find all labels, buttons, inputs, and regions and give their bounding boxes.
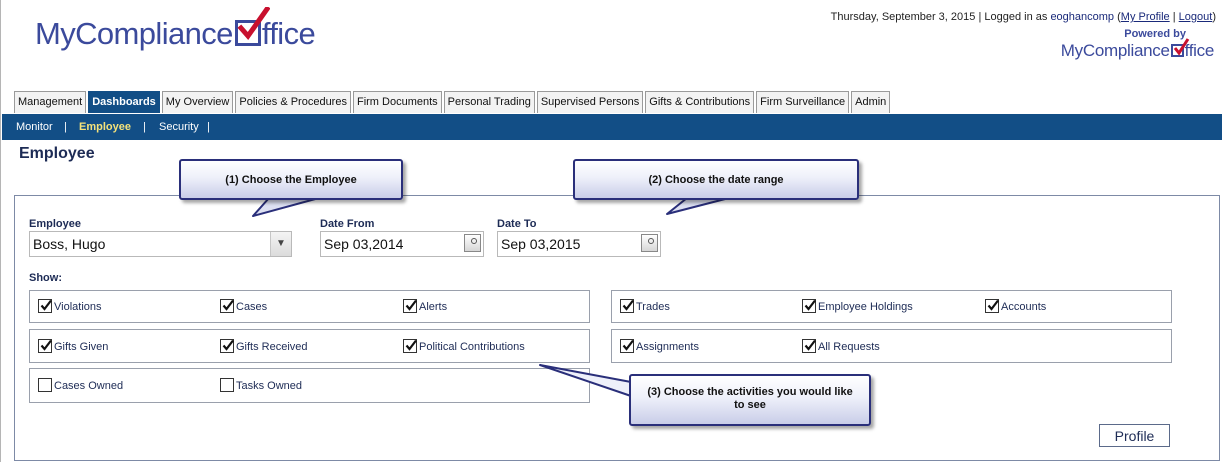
tab-policies-procedures[interactable]: Policies & Procedures bbox=[235, 91, 351, 113]
checkbox-empty-icon bbox=[220, 378, 234, 392]
tab-dashboards[interactable]: Dashboards bbox=[88, 91, 160, 113]
checkmark-icon bbox=[985, 299, 999, 313]
logo-text: MyCompliance bbox=[35, 16, 233, 51]
activity-group-1 bbox=[29, 290, 590, 323]
checkmark-icon bbox=[38, 299, 52, 313]
subnav-separator: | bbox=[143, 121, 146, 133]
calendar-icon[interactable] bbox=[641, 234, 658, 252]
chevron-down-icon[interactable]: ▼ bbox=[270, 232, 291, 256]
employee-select[interactable]: Boss, Hugo ▼ bbox=[29, 231, 292, 257]
powered-by-logo: MyCompliance ffice bbox=[1060, 38, 1214, 60]
tab-firm-documents[interactable]: Firm Documents bbox=[352, 91, 442, 113]
callout-choose-date-range: (2) Choose the date range bbox=[573, 159, 859, 200]
callout-choose-activities: (3) Choose the activities you would like… bbox=[629, 374, 871, 426]
checkbox-tasks-owned[interactable]: Tasks Owned bbox=[220, 378, 302, 392]
calendar-icon[interactable] bbox=[464, 234, 481, 252]
app-logo[interactable]: MyCompliance ffice bbox=[35, 7, 316, 62]
checkbox-gifts-given[interactable]: Gifts Given bbox=[38, 339, 108, 353]
tab-gifts-contributions[interactable]: Gifts & Contributions bbox=[645, 91, 755, 113]
checkmark-icon bbox=[620, 299, 634, 313]
employee-select-value: Boss, Hugo bbox=[33, 236, 106, 252]
subnav-monitor[interactable]: Monitor bbox=[16, 114, 53, 140]
callout-choose-employee: (1) Choose the Employee bbox=[179, 159, 403, 200]
checkmark-icon bbox=[220, 339, 234, 353]
subnav-separator: | bbox=[207, 121, 210, 133]
current-date: Thursday, September 3, 2015 bbox=[830, 11, 976, 23]
checkbox-gifts-received[interactable]: Gifts Received bbox=[220, 339, 308, 353]
page-title: Employee bbox=[19, 145, 95, 162]
sub-navigation: Monitor | Employee | Security | bbox=[2, 114, 1222, 140]
tab-personal-trading[interactable]: Personal Trading bbox=[443, 91, 535, 113]
user-bar: Thursday, September 3, 2015 | Logged in … bbox=[830, 11, 1216, 23]
checkmark-icon bbox=[403, 339, 417, 353]
checkmark-icon bbox=[38, 339, 52, 353]
subnav-security[interactable]: Security bbox=[159, 114, 199, 140]
date-to-input[interactable]: Sep 03,2015 bbox=[497, 231, 661, 257]
tab-admin[interactable]: Admin bbox=[851, 91, 891, 113]
page: MyCompliance ffice Thursday, September 3,… bbox=[0, 0, 1222, 462]
tab-supervised-persons[interactable]: Supervised Persons bbox=[536, 91, 644, 113]
logout-link[interactable]: Logout bbox=[1179, 11, 1213, 23]
checkmark-icon bbox=[802, 339, 816, 353]
date-from-label: Date From bbox=[320, 218, 375, 230]
profile-button[interactable]: Profile bbox=[1099, 424, 1170, 447]
date-from-input[interactable]: Sep 03,2014 bbox=[320, 231, 484, 257]
logged-in-label: | Logged in as bbox=[978, 11, 1048, 23]
checkbox-cases-owned[interactable]: Cases Owned bbox=[38, 378, 123, 392]
employee-label: Employee bbox=[29, 218, 81, 230]
checkbox-assignments[interactable]: Assignments bbox=[620, 339, 699, 353]
date-to-value: Sep 03,2015 bbox=[501, 236, 581, 252]
logo-check-icon bbox=[1170, 38, 1189, 57]
my-profile-link[interactable]: My Profile bbox=[1121, 11, 1170, 23]
date-from-value: Sep 03,2014 bbox=[324, 236, 404, 252]
checkmark-icon bbox=[802, 299, 816, 313]
checkmark-icon bbox=[403, 299, 417, 313]
logo-check-icon bbox=[234, 7, 270, 46]
subnav-separator: | bbox=[64, 121, 67, 133]
checkbox-accounts[interactable]: Accounts bbox=[985, 299, 1046, 313]
show-label: Show: bbox=[29, 272, 62, 284]
main-tabs: Management Dashboards My Overview Polici… bbox=[14, 91, 891, 113]
checkbox-empty-icon bbox=[38, 378, 52, 392]
date-to-label: Date To bbox=[497, 218, 537, 230]
checkbox-trades[interactable]: Trades bbox=[620, 299, 670, 313]
checkbox-violations[interactable]: Violations bbox=[38, 299, 102, 313]
tab-management[interactable]: Management bbox=[14, 91, 87, 113]
tab-firm-surveillance[interactable]: Firm Surveillance bbox=[756, 91, 850, 113]
subnav-employee[interactable]: Employee bbox=[79, 114, 131, 140]
checkmark-icon bbox=[620, 339, 634, 353]
checkbox-political-contributions[interactable]: Political Contributions bbox=[403, 339, 525, 353]
checkbox-all-requests[interactable]: All Requests bbox=[802, 339, 880, 353]
username: eoghancomp bbox=[1050, 11, 1115, 23]
tab-my-overview[interactable]: My Overview bbox=[161, 91, 234, 113]
checkmark-icon bbox=[220, 299, 234, 313]
checkbox-employee-holdings[interactable]: Employee Holdings bbox=[802, 299, 913, 313]
checkbox-alerts[interactable]: Alerts bbox=[403, 299, 447, 313]
checkbox-cases[interactable]: Cases bbox=[220, 299, 267, 313]
